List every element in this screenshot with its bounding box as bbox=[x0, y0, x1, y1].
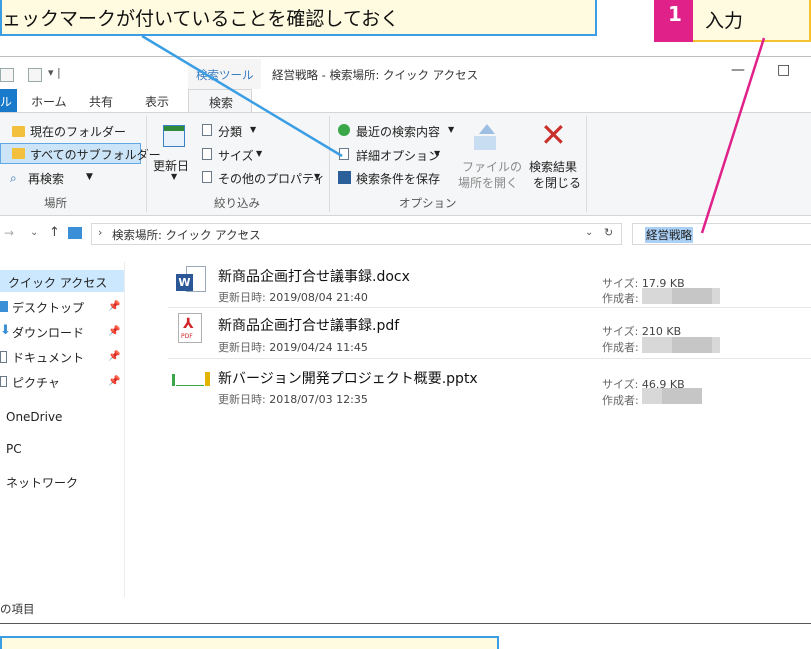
callout-pointer-lines bbox=[141, 34, 766, 234]
blue-pointer-line bbox=[141, 34, 343, 158]
pink-pointer-line bbox=[700, 37, 766, 234]
